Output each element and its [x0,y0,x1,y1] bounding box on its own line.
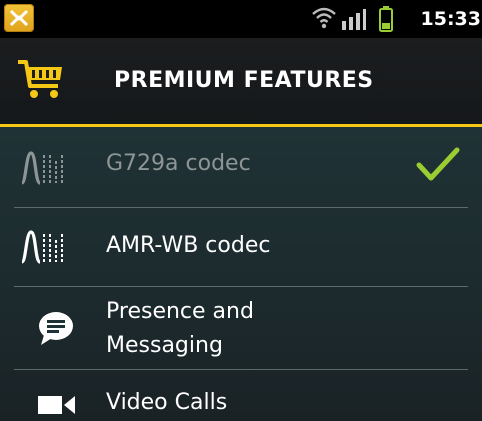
status-clock: 15:33 [420,8,481,30]
feature-label: G729a codec [106,151,251,176]
signal-icon [342,9,366,30]
feature-item-amr-wb[interactable]: AMR-WB codec [0,208,482,286]
feature-label: Video Calls [106,390,228,415]
video-camera-icon [38,396,75,414]
feature-item-video-calls[interactable]: Video Calls [0,370,482,421]
shopping-cart-icon [18,60,62,98]
battery-icon [379,6,393,32]
premium-feature-list: G729a codec AMR-WB codec Presence and Me… [0,127,482,421]
feature-label-line: Presence and [106,299,254,324]
checkmark-icon [416,147,460,181]
waveform-icon [20,230,63,264]
title-bar: PREMIUM FEATURES [0,38,482,124]
feature-item-g729a[interactable]: G729a codec [0,127,482,207]
feature-label: Presence and Messaging [106,295,254,363]
feature-label-line: Messaging [106,333,223,358]
app-notification-icon [4,4,34,32]
feature-item-presence-messaging[interactable]: Presence and Messaging [0,287,482,369]
waveform-icon [20,151,63,185]
chat-bubble-icon [39,312,73,345]
wifi-icon [312,7,336,29]
feature-label: AMR-WB codec [106,233,271,258]
page-title: PREMIUM FEATURES [114,68,374,93]
status-bar: 15:33 [0,0,482,38]
